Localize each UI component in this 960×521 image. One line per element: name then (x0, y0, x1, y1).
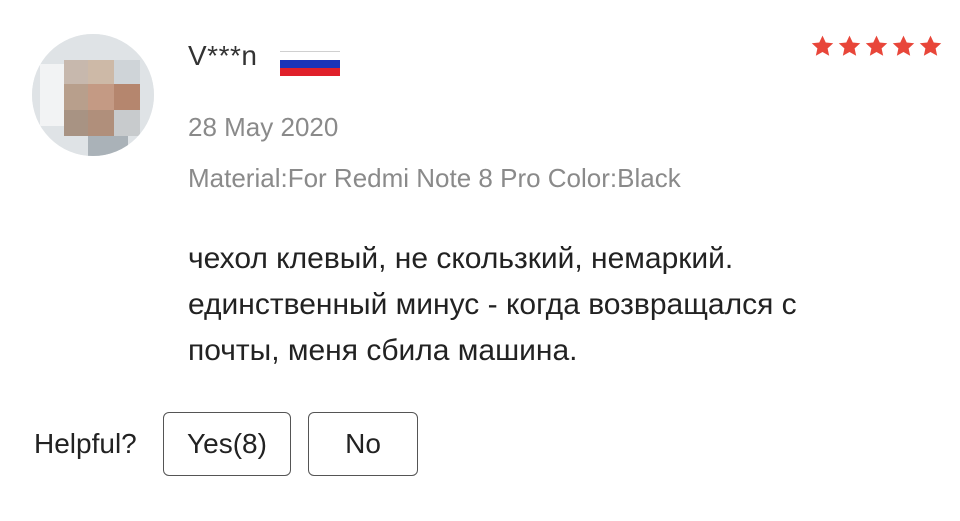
product-sku-info: Material:For Redmi Note 8 Pro Color:Blac… (188, 163, 681, 193)
review-card: V***n 28 May 2020 Material:For Redmi Not… (0, 0, 960, 521)
helpful-no-button[interactable]: No (308, 412, 418, 476)
review-text-line: чехол клевый, не скользкий, немаркий. (188, 242, 734, 275)
review-date: 28 May 2020 (188, 112, 339, 142)
star-icon (810, 34, 835, 59)
helpful-label: Helpful? (34, 428, 137, 459)
star-icon (837, 34, 862, 59)
star-icon (891, 34, 916, 59)
rating-stars (810, 34, 943, 59)
star-icon (918, 34, 943, 59)
flag-ru-icon (280, 51, 340, 76)
username: V***n (188, 40, 258, 71)
avatar[interactable] (32, 34, 154, 156)
star-icon (864, 34, 889, 59)
review-text-line: почты, меня сбила машина. (188, 334, 578, 367)
review-text-line: единственный минус - когда возвращался с (188, 288, 797, 321)
helpful-yes-button[interactable]: Yes(8) (163, 412, 291, 476)
review-text: чехол клевый, не скользкий, немаркий. ед… (188, 236, 948, 374)
